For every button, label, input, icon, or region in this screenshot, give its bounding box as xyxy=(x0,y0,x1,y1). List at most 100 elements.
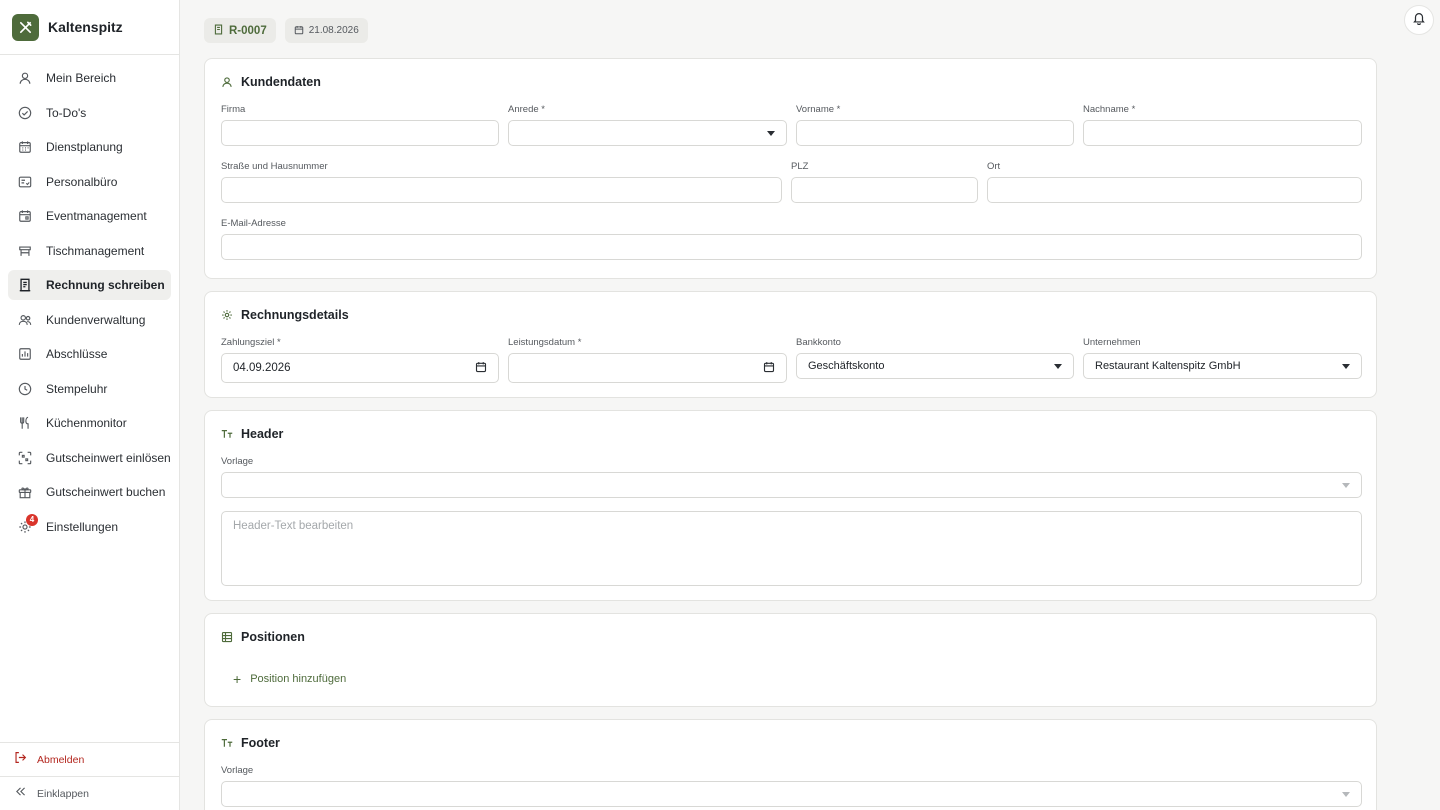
nav-label: Stempeluhr xyxy=(46,381,108,396)
nav-item-kuechenmonitor[interactable]: Küchenmonitor xyxy=(8,408,171,438)
nav-label: Gutscheinwert einlösen xyxy=(46,450,171,465)
calendar-icon xyxy=(18,209,32,223)
nav-item-gutscheinwert-buchen[interactable]: Gutscheinwert buchen xyxy=(8,477,171,507)
sidebar-footer: Abmelden Einklappen xyxy=(0,742,179,810)
plus-icon: + xyxy=(233,671,242,687)
plz-label: PLZ xyxy=(791,161,809,172)
anrede-select[interactable] xyxy=(508,120,787,146)
nav-item-dienstplanung[interactable]: Dienstplanung xyxy=(8,132,171,162)
calendar-icon xyxy=(294,22,304,40)
nav-label: Tischmanagement xyxy=(46,243,145,258)
nav-item-abschluesse[interactable]: Abschlüsse xyxy=(8,339,171,369)
zahlungsziel-value: 04.09.2026 xyxy=(233,362,291,374)
add-position-label: Position hinzufügen xyxy=(250,673,347,685)
positions-title: Positionen xyxy=(241,630,305,644)
bankkonto-select[interactable]: Geschäftskonto xyxy=(796,353,1074,379)
nav-item-gutscheinwert-einloesen[interactable]: Gutscheinwert einlösen xyxy=(8,443,171,473)
leistungsdatum-date-input[interactable] xyxy=(508,353,787,383)
brand: Kaltenspitz xyxy=(0,0,179,55)
calendar-icon[interactable] xyxy=(475,361,487,376)
nav-label: Personalbüro xyxy=(46,174,118,189)
card-title: Rechnungsdetails xyxy=(221,308,349,322)
card-title: Kundendaten xyxy=(221,75,321,89)
nav-item-einstellungen[interactable]: 4 Einstellungen xyxy=(8,512,171,542)
bell-icon xyxy=(1412,11,1426,30)
nav-label: Gutscheinwert buchen xyxy=(46,485,166,499)
invoice-id-chip: R-0007 xyxy=(204,18,276,43)
invoice-details-card: Rechnungsdetails Zahlungsziel * 04.09.20… xyxy=(204,291,1377,398)
chevrons-left-icon xyxy=(14,785,27,803)
leistungsdatum-label: Leistungsdatum * xyxy=(508,337,582,348)
customer-title: Kundendaten xyxy=(241,75,321,89)
utensils-icon xyxy=(18,416,32,430)
receipt-icon xyxy=(18,278,32,292)
chevron-down-icon xyxy=(1342,482,1350,488)
unternehmen-select[interactable]: Restaurant Kaltenspitz GmbH xyxy=(1083,353,1362,379)
gear-icon: 4 xyxy=(18,513,38,534)
chevron-down-icon xyxy=(1342,363,1350,369)
header-title: Header xyxy=(241,427,284,441)
text-type-icon xyxy=(221,428,233,440)
details-title: Rechnungsdetails xyxy=(241,308,349,322)
footer-vorlage-label: Vorlage xyxy=(221,765,254,776)
nav-label: Eventmanagement xyxy=(46,209,147,223)
logout-button[interactable]: Abmelden xyxy=(0,742,179,776)
plz-input[interactable] xyxy=(791,177,978,203)
nav-item-personalbuero[interactable]: Personalbüro xyxy=(8,167,171,197)
strasse-input[interactable] xyxy=(221,177,782,203)
positions-card: Positionen + Position hinzufügen xyxy=(204,613,1377,707)
nav-item-tischmanagement[interactable]: Tischmanagement xyxy=(8,236,171,266)
nav-label: To-Do's xyxy=(46,105,87,120)
table-icon xyxy=(18,244,32,258)
firma-input[interactable] xyxy=(221,120,499,146)
id-card-icon xyxy=(18,175,32,189)
gear-icon xyxy=(221,309,233,321)
bankkonto-value: Geschäftskonto xyxy=(808,360,885,372)
nav-label: Abschlüsse xyxy=(46,347,108,361)
nav-label: Einstellungen xyxy=(46,519,119,534)
nav-item-mein-bereich[interactable]: Mein Bereich xyxy=(8,63,171,93)
vorname-input[interactable] xyxy=(796,120,1074,146)
header-vorlage-select[interactable] xyxy=(221,472,1362,498)
nav-item-todos[interactable]: To-Do's xyxy=(8,98,171,128)
nav-label: Dienstplanung xyxy=(46,140,123,154)
header-card: Header Vorlage Header-Text bearbeiten xyxy=(204,410,1377,601)
nav-item-stempeluhr[interactable]: Stempeluhr xyxy=(8,374,171,404)
check-circle-icon xyxy=(18,106,32,120)
nachname-input[interactable] xyxy=(1083,120,1362,146)
footer-vorlage-select[interactable] xyxy=(221,781,1362,807)
sidebar-nav: Mein Bereich To-Do's Dienstplanung Perso… xyxy=(0,55,179,542)
customer-card: Kundendaten Firma Anrede * Vorname * Nac… xyxy=(204,58,1377,279)
nav-label: Mein Bereich xyxy=(46,71,117,85)
chevron-down-icon xyxy=(1342,791,1350,797)
unternehmen-value: Restaurant Kaltenspitz GmbH xyxy=(1095,360,1241,372)
text-type-icon xyxy=(221,737,233,749)
email-input[interactable] xyxy=(221,234,1362,260)
header-text-placeholder: Header-Text bearbeiten xyxy=(233,520,354,532)
calendar-icon[interactable] xyxy=(763,361,775,376)
chart-icon xyxy=(18,347,32,361)
strasse-label: Straße und Hausnummer xyxy=(221,161,328,172)
firma-label: Firma xyxy=(221,104,246,115)
add-position-button[interactable]: + Position hinzufügen xyxy=(233,671,346,687)
gift-icon xyxy=(18,485,32,499)
bankkonto-label: Bankkonto xyxy=(796,337,841,348)
nav-label: Kundenverwaltung xyxy=(46,312,146,327)
chevron-down-icon xyxy=(1054,363,1062,369)
notifications-button[interactable] xyxy=(1404,5,1434,35)
footer-card: Footer Vorlage xyxy=(204,719,1377,810)
collapse-label: Einklappen xyxy=(37,787,89,800)
nav-item-kundenverwaltung[interactable]: Kundenverwaltung xyxy=(8,305,171,335)
user-icon xyxy=(18,71,32,85)
header-text-editor[interactable]: Header-Text bearbeiten xyxy=(221,511,1362,586)
zahlungsziel-date-input[interactable]: 04.09.2026 xyxy=(221,353,499,383)
nav-item-eventmanagement[interactable]: Eventmanagement xyxy=(8,201,171,231)
users-icon xyxy=(18,313,32,327)
scan-icon xyxy=(18,451,32,465)
nav-item-rechnung-schreiben[interactable]: Rechnung schreiben xyxy=(8,270,171,300)
email-label: E-Mail-Adresse xyxy=(221,218,286,229)
zahlungsziel-label: Zahlungsziel * xyxy=(221,337,281,348)
ort-input[interactable] xyxy=(987,177,1362,203)
collapse-button[interactable]: Einklappen xyxy=(0,776,179,810)
cutlery-logo-icon xyxy=(12,13,39,41)
